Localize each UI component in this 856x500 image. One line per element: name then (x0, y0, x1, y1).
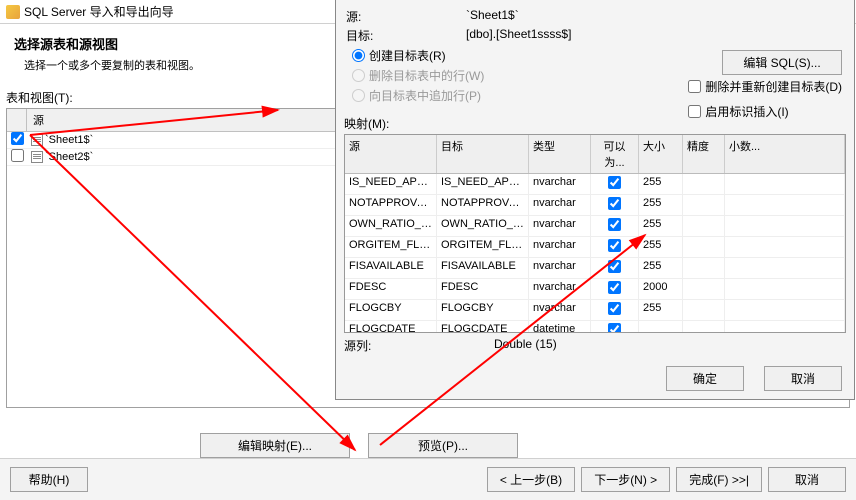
edit-sql-button[interactable]: 编辑 SQL(S)... (722, 50, 842, 75)
map-tgt: ORGITEM_FLAG (437, 237, 529, 257)
map-src: FDESC (345, 279, 437, 299)
map-prec (683, 174, 725, 194)
map-dec (725, 174, 845, 194)
dlg-target-label: 目标: (346, 27, 466, 44)
sheet-icon (31, 134, 43, 146)
map-prec (683, 300, 725, 320)
srccol-label: 源列: (344, 337, 494, 354)
map-prec (683, 216, 725, 236)
map-type: nvarchar (529, 195, 591, 215)
row-source: `Sheet2$` (45, 151, 93, 163)
map-type: datetime (529, 321, 591, 332)
mg-col-prec[interactable]: 精度 (683, 135, 725, 173)
map-type: nvarchar (529, 300, 591, 320)
map-type: nvarchar (529, 174, 591, 194)
map-type: nvarchar (529, 279, 591, 299)
map-size: 255 (639, 216, 683, 236)
map-size: 2000 (639, 279, 683, 299)
help-button[interactable]: 帮助(H) (10, 467, 88, 492)
map-size (639, 321, 683, 332)
map-prec (683, 258, 725, 278)
dlg-source-label: 源: (346, 8, 466, 25)
sheet-icon (31, 151, 43, 163)
mg-col-src[interactable]: 源 (345, 135, 437, 173)
chk-identity-insert[interactable]: 启用标识插入(I) (688, 103, 842, 120)
prev-button[interactable]: < 上一步(B) (487, 467, 575, 492)
map-src: OWN_RATIO_NOTAP... (345, 216, 437, 236)
mapping-row[interactable]: OWN_RATIO_NOTAP... OWN_RATIO_NOTAP... nv… (345, 216, 845, 237)
mapping-row[interactable]: IS_NEED_APPROVAL IS_NEED_APPROVAL nvarch… (345, 174, 845, 195)
row-checkbox[interactable] (11, 149, 24, 162)
mapping-row[interactable]: FLOGCDATE FLOGCDATE datetime (345, 321, 845, 332)
mapping-row[interactable]: NOTAPPROVALITEM_ID NOTAPPROVALITEM_ID nv… (345, 195, 845, 216)
mapping-row[interactable]: FISAVAILABLE FISAVAILABLE nvarchar 255 (345, 258, 845, 279)
map-prec (683, 321, 725, 332)
app-icon (6, 5, 20, 19)
map-size: 255 (639, 195, 683, 215)
map-nullable-checkbox[interactable] (608, 260, 621, 273)
map-src: FLOGCDATE (345, 321, 437, 332)
cancel-button[interactable]: 取消 (768, 467, 846, 492)
map-dec (725, 216, 845, 236)
edit-mapping-button[interactable]: 编辑映射(E)... (200, 433, 350, 458)
map-dec (725, 258, 845, 278)
preview-button[interactable]: 预览(P)... (368, 433, 518, 458)
map-nullable-checkbox[interactable] (608, 323, 621, 332)
map-nullable-checkbox[interactable] (608, 281, 621, 294)
mg-col-size[interactable]: 大小 (639, 135, 683, 173)
map-dec (725, 321, 845, 332)
map-type: nvarchar (529, 258, 591, 278)
dlg-cancel-button[interactable]: 取消 (764, 366, 842, 391)
map-type: nvarchar (529, 237, 591, 257)
map-nullable-checkbox[interactable] (608, 176, 621, 189)
map-tgt: FLOGCBY (437, 300, 529, 320)
map-src: NOTAPPROVALITEM_ID (345, 195, 437, 215)
map-dec (725, 237, 845, 257)
map-src: IS_NEED_APPROVAL (345, 174, 437, 194)
map-tgt: FLOGCDATE (437, 321, 529, 332)
dlg-source-value: `Sheet1$` (466, 8, 519, 25)
map-dec (725, 300, 845, 320)
map-prec (683, 195, 725, 215)
finish-button[interactable]: 完成(F) >>| (676, 467, 762, 492)
mg-col-dec[interactable]: 小数... (725, 135, 845, 173)
map-nullable-checkbox[interactable] (608, 218, 621, 231)
chk-drop-recreate[interactable]: 删除并重新创建目标表(D) (688, 78, 842, 95)
map-tgt: FDESC (437, 279, 529, 299)
map-size: 255 (639, 300, 683, 320)
map-nullable-checkbox[interactable] (608, 302, 621, 315)
map-nullable-checkbox[interactable] (608, 197, 621, 210)
srccol-value: Double (15) (494, 337, 557, 354)
map-dec (725, 195, 845, 215)
map-tgt: FISAVAILABLE (437, 258, 529, 278)
row-checkbox[interactable] (11, 132, 24, 145)
map-dec (725, 279, 845, 299)
map-src: ORGITEM_FLAG (345, 237, 437, 257)
window-title: SQL Server 导入和导出向导 (24, 3, 174, 20)
map-tgt: NOTAPPROVALITEM_ID (437, 195, 529, 215)
mapping-row[interactable]: FLOGCBY FLOGCBY nvarchar 255 (345, 300, 845, 321)
mapping-row[interactable]: ORGITEM_FLAG ORGITEM_FLAG nvarchar 255 (345, 237, 845, 258)
map-size: 255 (639, 174, 683, 194)
dlg-target-value: [dbo].[Sheet1ssss$] (466, 27, 571, 44)
map-tgt: IS_NEED_APPROVAL (437, 174, 529, 194)
map-size: 255 (639, 258, 683, 278)
map-tgt: OWN_RATIO_NOTAP... (437, 216, 529, 236)
next-button[interactable]: 下一步(N) > (581, 467, 670, 492)
mg-col-tgt[interactable]: 目标 (437, 135, 529, 173)
column-mappings-dialog: 源:`Sheet1$` 目标:[dbo].[Sheet1ssss$] 创建目标表… (335, 0, 855, 400)
map-nullable-checkbox[interactable] (608, 239, 621, 252)
mapping-row[interactable]: FDESC FDESC nvarchar 2000 (345, 279, 845, 300)
dlg-ok-button[interactable]: 确定 (666, 366, 744, 391)
map-type: nvarchar (529, 216, 591, 236)
mapping-grid[interactable]: 源 目标 类型 可以为... 大小 精度 小数... IS_NEED_APPRO… (344, 134, 846, 333)
map-prec (683, 237, 725, 257)
map-prec (683, 279, 725, 299)
map-size: 255 (639, 237, 683, 257)
mg-col-type[interactable]: 类型 (529, 135, 591, 173)
mg-col-null[interactable]: 可以为... (591, 135, 639, 173)
map-src: FISAVAILABLE (345, 258, 437, 278)
map-src: FLOGCBY (345, 300, 437, 320)
row-source: `Sheet1$` (45, 134, 93, 146)
